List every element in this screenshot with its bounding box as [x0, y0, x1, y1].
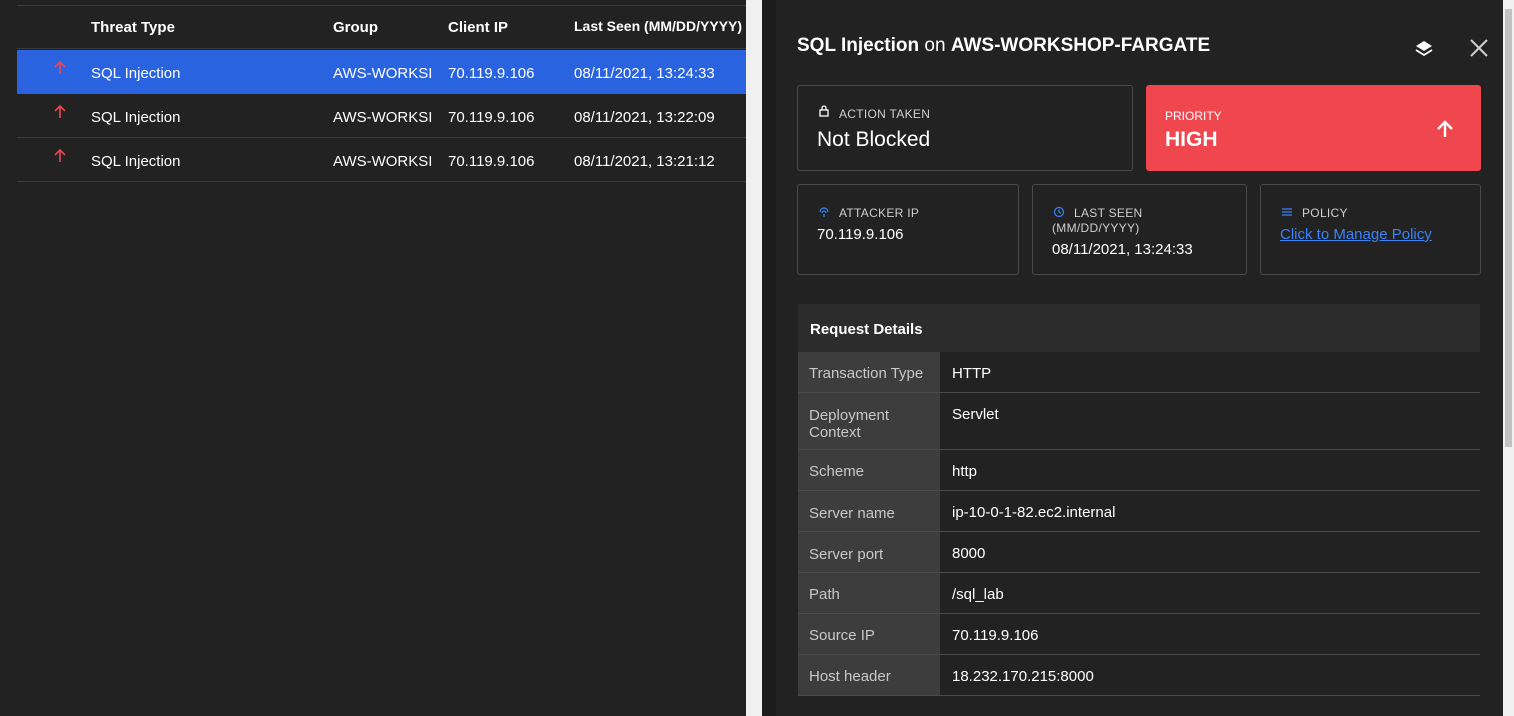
- threat-detail-panel: SQL Injection on AWS-WORKSHOP-FARGATE AC…: [776, 0, 1503, 716]
- detail-key: Source IP: [798, 614, 940, 654]
- last-seen-value: 08/11/2021, 13:24:33: [1052, 241, 1193, 258]
- attacker-ip-label: ATTACKER IP: [839, 206, 920, 220]
- attacker-ip-card: ATTACKER IP 70.119.9.106: [797, 184, 1019, 275]
- panel-splitter[interactable]: [762, 0, 776, 716]
- fingerprint-icon: [819, 207, 829, 217]
- close-icon[interactable]: [1468, 37, 1490, 59]
- threat-table: Threat Type Group Client IP Last Seen (M…: [0, 0, 763, 716]
- panel-title-threat: SQL Injection: [797, 35, 920, 56]
- request-details-header: Request Details: [798, 304, 1480, 352]
- cell-threat-type: SQL Injection: [91, 153, 181, 170]
- priority-label: PRIORITY: [1165, 109, 1222, 123]
- detail-row: Server name ip-10-0-1-82.ec2.internal: [798, 491, 1480, 532]
- policy-card: POLICY Click to Manage Policy: [1260, 184, 1481, 275]
- detail-row: Source IP 70.119.9.106: [798, 614, 1480, 655]
- table-header: Threat Type Group Client IP Last Seen (M…: [17, 6, 763, 49]
- column-header-client-ip[interactable]: Client IP: [448, 19, 508, 36]
- lock-icon: [819, 105, 829, 117]
- table-scroll-gutter: [746, 0, 762, 716]
- cell-group: AWS-WORKSI: [333, 109, 433, 126]
- list-icon: [1282, 208, 1292, 216]
- request-details-title: Request Details: [810, 321, 923, 338]
- panel-title: SQL Injection on AWS-WORKSHOP-FARGATE: [797, 35, 1210, 57]
- detail-row: Scheme http: [798, 450, 1480, 491]
- panel-scrollbar[interactable]: [1503, 0, 1514, 716]
- cell-group: AWS-WORKSI: [333, 65, 433, 82]
- action-taken-label: ACTION TAKEN: [839, 107, 931, 121]
- cell-last-seen: 08/11/2021, 13:21:12: [574, 153, 715, 170]
- detail-value: HTTP: [952, 365, 992, 382]
- detail-key: Transaction Type: [798, 352, 940, 392]
- detail-value: ip-10-0-1-82.ec2.internal: [952, 504, 1116, 521]
- clock-icon: [1053, 206, 1065, 218]
- last-seen-format: (MM/DD/YYYY): [1052, 221, 1140, 235]
- detail-row: Server port 8000: [798, 532, 1480, 573]
- attacker-ip-value: 70.119.9.106: [817, 226, 904, 243]
- action-taken-card: ACTION TAKEN Not Blocked: [797, 85, 1133, 171]
- arrow-up-icon: [54, 148, 66, 162]
- last-seen-card: LAST SEEN (MM/DD/YYYY) 08/11/2021, 13:24…: [1032, 184, 1247, 275]
- cell-client-ip: 70.119.9.106: [448, 153, 535, 170]
- last-seen-label: LAST SEEN: [1074, 206, 1143, 221]
- detail-key: Server name: [798, 491, 940, 531]
- detail-row: Deployment Context Servlet: [798, 393, 1480, 450]
- policy-label: POLICY: [1302, 206, 1348, 220]
- detail-value: 18.232.170.215:8000: [952, 668, 1094, 685]
- detail-key: Host header: [798, 655, 940, 695]
- column-header-group[interactable]: Group: [333, 19, 378, 36]
- detail-row: Path/sql_lab: [798, 573, 1480, 614]
- request-details: Request Details Transaction Type HTTP Dep…: [798, 304, 1480, 696]
- cell-threat-type: SQL Injection: [91, 65, 181, 82]
- arrow-up-icon: [54, 104, 66, 118]
- detail-key: Server port: [798, 532, 940, 572]
- detail-key: Deployment Context: [798, 393, 940, 449]
- detail-value: 8000: [952, 545, 986, 562]
- detail-value: Servlet: [952, 406, 999, 423]
- detail-key: Scheme: [798, 450, 940, 490]
- detail-value: /sql_lab: [952, 586, 1004, 603]
- cell-last-seen: 08/11/2021, 13:24:33: [574, 65, 715, 82]
- table-row[interactable]: SQL Injection AWS-WORKSI 70.119.9.106 08…: [17, 94, 746, 138]
- panel-title-app: AWS-WORKSHOP-FARGATE: [950, 35, 1211, 56]
- app-root: Threat Type Group Client IP Last Seen (M…: [0, 0, 1514, 716]
- detail-row: Transaction Type HTTP: [798, 352, 1480, 393]
- layers-icon[interactable]: [1413, 38, 1435, 60]
- last-seen-label-text: LAST SEEN: [1074, 206, 1143, 220]
- arrow-up-icon: [1437, 120, 1453, 137]
- action-taken-value: Not Blocked: [817, 128, 931, 151]
- column-header-threat-type[interactable]: Threat Type: [91, 19, 175, 36]
- cell-threat-type: SQL Injection: [91, 109, 181, 126]
- detail-row: Host header 18.232.170.215:8000: [798, 655, 1480, 696]
- table-row[interactable]: SQL Injection AWS-WORKSI 70.119.9.106 08…: [17, 138, 746, 182]
- scrollbar-thumb[interactable]: [1505, 9, 1512, 447]
- cell-client-ip: 70.119.9.106: [448, 109, 535, 126]
- priority-value: HIGH: [1165, 128, 1218, 151]
- arrow-up-icon: [54, 60, 66, 74]
- detail-value: 70.119.9.106: [952, 627, 1039, 644]
- detail-key: Path: [798, 573, 940, 613]
- priority-card: PRIORITY HIGH: [1146, 85, 1481, 171]
- cell-group: AWS-WORKSI: [333, 153, 433, 170]
- panel-title-on: on: [919, 35, 951, 56]
- cell-last-seen: 08/11/2021, 13:22:09: [574, 109, 715, 126]
- cell-client-ip: 70.119.9.106: [448, 65, 535, 82]
- column-header-last-seen[interactable]: Last Seen (MM/DD/YYYY): [574, 18, 754, 34]
- detail-value: http: [952, 463, 978, 480]
- manage-policy-link[interactable]: Click to Manage Policy: [1280, 226, 1432, 243]
- table-row[interactable]: SQL Injection AWS-WORKSI 70.119.9.106 08…: [17, 50, 746, 94]
